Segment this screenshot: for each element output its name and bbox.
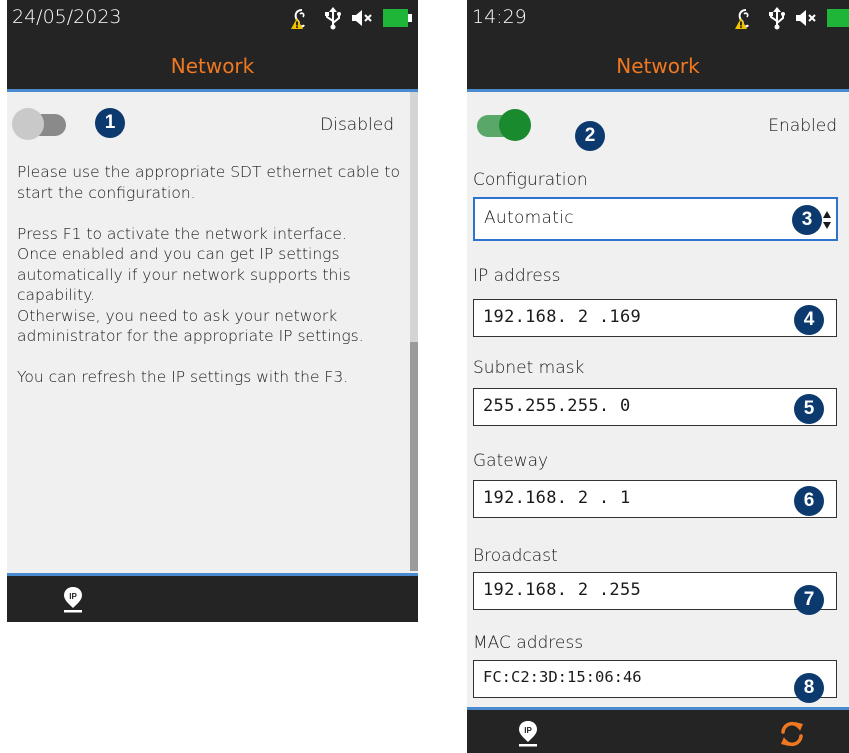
mac-address-field[interactable]: FC:C2:3D:15:06:46 8 (473, 660, 837, 703)
status-icons (289, 6, 413, 30)
callout-badge-6: 6 (794, 486, 824, 516)
svg-text:IP: IP (69, 592, 77, 601)
configuration-value: Automatic (484, 208, 574, 228)
refresh-icon[interactable] (778, 720, 806, 748)
callout-badge-5: 5 (794, 394, 824, 424)
help-text: Please use the appropriate SDT ethernet … (17, 162, 401, 408)
subnet-mask-value: 255.255.255. 0 (483, 396, 631, 416)
broadcast-value: 192.168. 2 .255 (483, 580, 642, 600)
callout-badge-7: 7 (794, 585, 824, 615)
mac-address-value: FC:C2:3D:15:06:46 (483, 668, 642, 686)
function-key-bar: IP (467, 707, 849, 753)
gateway-label: Gateway (473, 451, 549, 471)
status-date: 24/05/2023 (12, 6, 122, 28)
network-screen-disabled: 24/05/2023 Network 1 Disabled Please use… (7, 0, 418, 622)
callout-badge-1: 1 (95, 108, 125, 138)
ip-address-value: 192.168. 2 .169 (483, 307, 642, 327)
callout-badge-2: 2 (575, 121, 605, 151)
help-paragraph: You can refresh the IP settings with the… (17, 368, 349, 386)
scrollbar[interactable] (410, 92, 418, 571)
gateway-field[interactable]: 192.168. 2 . 1 6 (473, 480, 837, 518)
mute-icon (796, 10, 816, 26)
configuration-select[interactable]: Automatic 3 (473, 197, 838, 241)
help-paragraph: Press F1 to activate the network interfa… (17, 224, 364, 346)
ip-address-label: IP address (473, 266, 561, 286)
usb-icon (769, 7, 785, 30)
hearing-warning-icon (735, 9, 749, 29)
status-label: Enabled (768, 116, 837, 136)
usb-icon (325, 7, 341, 30)
callout-badge-4: 4 (794, 305, 824, 335)
broadcast-field[interactable]: 192.168. 2 .255 7 (473, 572, 837, 615)
callout-badge-3: 3 (792, 205, 822, 235)
mute-icon (352, 10, 372, 26)
svg-text:IP: IP (524, 726, 532, 735)
sort-arrows-icon (823, 211, 831, 229)
battery-icon (383, 9, 412, 27)
status-time: 14:29 (472, 6, 527, 28)
status-label: Disabled (320, 115, 394, 135)
scroll-thumb[interactable] (410, 342, 418, 571)
help-paragraph: Please use the appropriate SDT ethernet … (17, 163, 400, 202)
configuration-label: Configuration (473, 170, 588, 190)
gateway-value: 192.168. 2 . 1 (483, 488, 631, 508)
function-key-bar: IP (7, 573, 418, 622)
callout-badge-8: 8 (794, 673, 824, 703)
ip-address-field[interactable]: 192.168. 2 .169 4 (473, 299, 837, 337)
network-screen-enabled: 14:29 Network 2 Enabled Configuration Au… (467, 0, 849, 753)
broadcast-label: Broadcast (473, 546, 558, 566)
toggle-knob (12, 108, 44, 140)
ip-pin-icon[interactable]: IP (516, 720, 540, 748)
status-bar: 14:29 Network (467, 0, 849, 92)
ip-pin-icon[interactable]: IP (61, 586, 85, 614)
status-bar: 24/05/2023 Network (7, 0, 418, 92)
page-title: Network (170, 54, 255, 78)
status-icons (733, 6, 849, 30)
toggle-knob (499, 109, 531, 141)
subnet-mask-label: Subnet mask (473, 358, 585, 378)
network-toggle[interactable] (12, 106, 72, 140)
subnet-mask-field[interactable]: 255.255.255. 0 5 (473, 388, 837, 426)
page-title: Network (616, 54, 700, 78)
hearing-warning-icon (291, 9, 305, 29)
battery-icon (827, 9, 849, 27)
mac-address-label: MAC address (473, 633, 584, 653)
network-toggle[interactable] (473, 107, 533, 141)
